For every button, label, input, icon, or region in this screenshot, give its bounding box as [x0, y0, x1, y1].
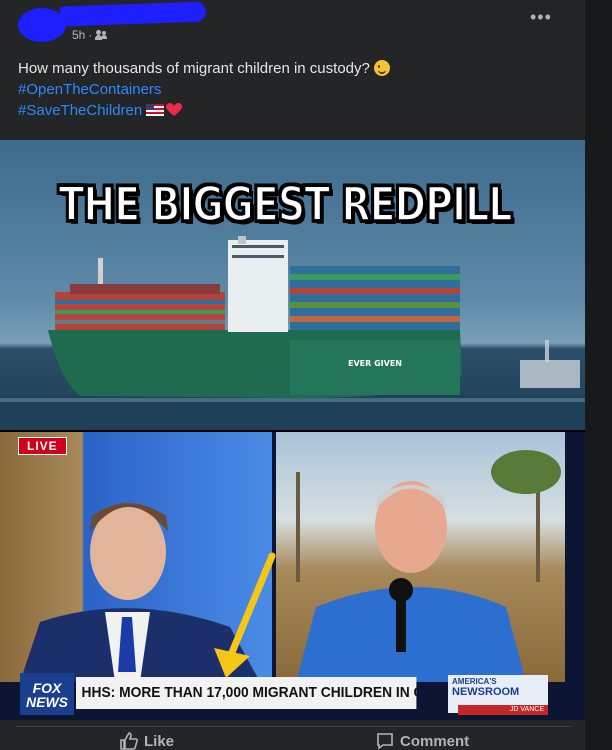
post-text: How many thousands of migrant children i… — [18, 58, 558, 121]
reporter-field-panel — [276, 432, 565, 682]
ship-name-label: EVER GIVEN — [348, 359, 402, 368]
post-message: How many thousands of migrant children i… — [18, 60, 370, 77]
post-timestamp[interactable]: 5h — [72, 28, 85, 42]
us-flag-emoji-icon — [146, 104, 165, 116]
avatar[interactable] — [18, 8, 66, 42]
comment-icon — [377, 733, 393, 750]
meta-separator: · — [88, 28, 93, 42]
ticker-name: JD VANCE — [458, 705, 548, 715]
news-lower-third: FOX NEWS HHS: MORE THAN 17,000 MIGRANT C… — [18, 673, 578, 717]
show-name-top: AMERICA'S — [452, 677, 497, 686]
red-heart-emoji-icon — [166, 103, 183, 116]
post-image[interactable]: EVER GIVEN THE BIGGEST REDPILL LIVE FOX … — [0, 140, 585, 720]
friends-audience-icon[interactable] — [95, 30, 108, 40]
winking-face-emoji-icon — [373, 60, 390, 76]
field-reporter-figure — [296, 450, 561, 682]
show-name-main: NEWSROOM — [452, 686, 520, 698]
news-broadcast-photo: LIVE FOX NEWS HHS: MORE THAN 17,000 MIGR… — [0, 432, 585, 720]
more-options-button[interactable]: ••• — [530, 8, 552, 26]
like-label: Like — [144, 732, 175, 750]
page-gutter — [585, 0, 612, 750]
hashtag-save-the-children[interactable]: #SaveTheChildren — [18, 102, 142, 119]
container-ship-photo: EVER GIVEN THE BIGGEST REDPILL — [0, 140, 585, 430]
actions-divider — [16, 726, 571, 727]
post-meta: 5h · — [72, 28, 108, 42]
author-name-redacted[interactable] — [59, 1, 207, 27]
thumbs-up-icon — [120, 732, 138, 750]
live-badge: LIVE — [18, 437, 67, 455]
network-logo: FOX NEWS — [20, 673, 74, 715]
comment-label: Comment — [400, 732, 470, 750]
comment-button[interactable]: Comment — [376, 732, 469, 750]
hashtag-open-the-containers[interactable]: #OpenTheContainers — [18, 81, 161, 98]
feed-post: 5h · ••• How many thousands of migrant c… — [0, 0, 612, 750]
meme-title: THE BIGGEST REDPILL — [57, 175, 513, 233]
yellow-arrow-icon — [214, 552, 276, 678]
like-button[interactable]: Like — [120, 732, 174, 750]
